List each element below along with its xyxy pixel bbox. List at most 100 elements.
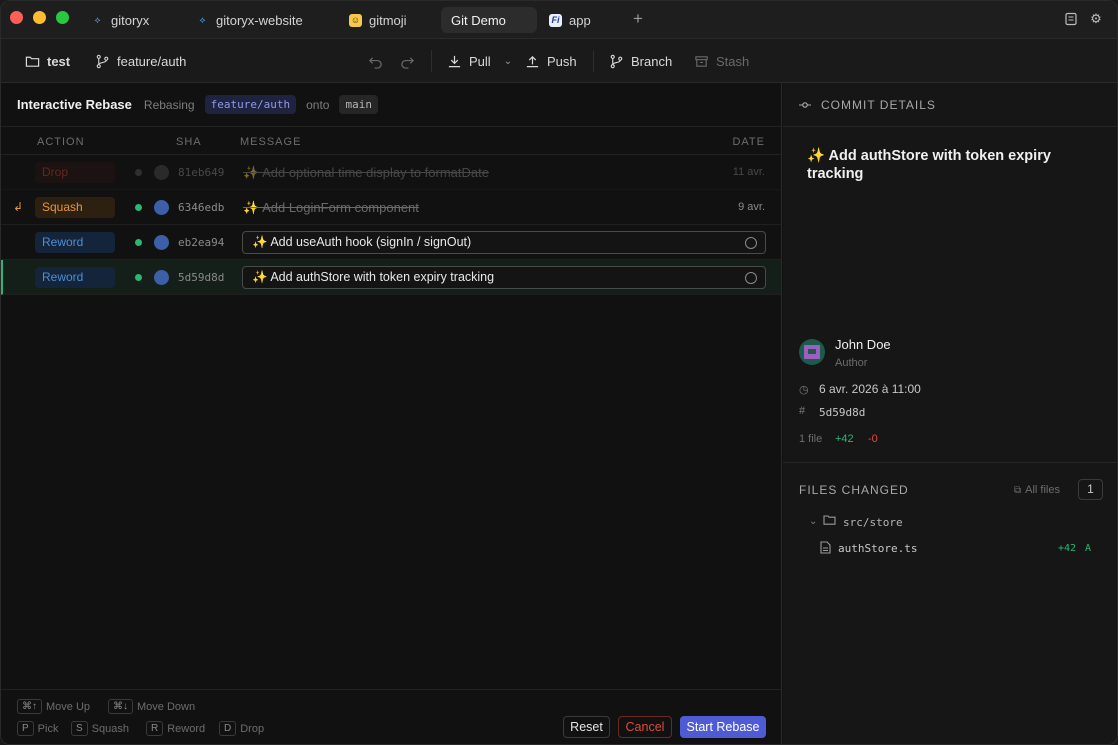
reword-message-input[interactable]: ✨ Add useAuth hook (signIn / signOut) bbox=[242, 231, 766, 254]
tab-gitoryx-website[interactable]: ⟡ gitoryx-website bbox=[186, 7, 313, 33]
commit-row[interactable]: Reword eb2ea94 ✨ Add useAuth hook (signI… bbox=[1, 225, 781, 260]
rebase-panel: Interactive Rebase Rebasing feature/auth… bbox=[1, 83, 782, 744]
avatar bbox=[799, 339, 825, 365]
action-select[interactable]: Reword bbox=[35, 232, 115, 253]
redo-icon[interactable] bbox=[400, 39, 415, 83]
emoji-icon: ☺ bbox=[349, 13, 362, 27]
tab-git-demo[interactable]: Git Demo bbox=[441, 7, 537, 33]
rebasing-label: Rebasing bbox=[143, 97, 195, 112]
commit-row-selected[interactable]: Reword 5d59d8d ✨ Add authStore with toke… bbox=[1, 260, 781, 295]
commit-message: ✨ Add LoginForm component bbox=[243, 200, 419, 215]
tab-label: app bbox=[569, 12, 591, 28]
folder-icon bbox=[823, 514, 836, 529]
action-select[interactable]: Squash bbox=[35, 197, 115, 218]
divider bbox=[783, 462, 1117, 463]
files-changed-title: FILES CHANGED bbox=[799, 483, 909, 497]
all-files-toggle[interactable]: ⧉ All files bbox=[1014, 484, 1060, 496]
additions-count: +42 bbox=[835, 433, 854, 445]
archive-icon bbox=[695, 55, 708, 67]
author-role: Author bbox=[835, 357, 868, 369]
kbd-key: P bbox=[17, 721, 34, 736]
kbd-key: R bbox=[146, 721, 164, 736]
pull-button[interactable]: Pull ⌄ bbox=[447, 39, 512, 83]
hint-move-up: ⌘↑ Move Up bbox=[17, 699, 90, 714]
commit-message: ✨ Add authStore with token expiry tracki… bbox=[252, 270, 495, 284]
onto-label: onto bbox=[306, 97, 330, 112]
folder-icon bbox=[25, 56, 40, 67]
tab-gitoryx[interactable]: ⟡ gitoryx bbox=[81, 7, 159, 33]
maximize-window-button[interactable] bbox=[56, 11, 69, 24]
avatar bbox=[154, 235, 169, 250]
commit-row[interactable]: ↲ Squash 6346edb ✨ Add LoginForm compone… bbox=[1, 190, 781, 225]
start-rebase-button[interactable]: Start Rebase bbox=[680, 716, 766, 738]
download-icon bbox=[448, 55, 461, 67]
all-files-label: All files bbox=[1025, 484, 1060, 496]
emoji-picker-icon[interactable] bbox=[745, 272, 757, 284]
branch-selector[interactable]: feature/auth bbox=[95, 39, 186, 83]
folder-name[interactable]: src/store bbox=[843, 516, 903, 529]
commit-sha: eb2ea94 bbox=[178, 236, 225, 249]
tab-label: gitoryx-website bbox=[216, 12, 303, 28]
file-name[interactable]: authStore.ts bbox=[838, 542, 917, 555]
tab-app[interactable]: Fi app bbox=[539, 7, 601, 33]
hint-label: Drop bbox=[240, 722, 265, 735]
avatar bbox=[154, 270, 169, 285]
repo-name: test bbox=[47, 53, 71, 69]
undo-icon[interactable] bbox=[368, 39, 383, 83]
toolbar-divider bbox=[431, 50, 432, 72]
commit-date: 6 avr. 2026 à 11:00 bbox=[819, 382, 921, 396]
commit-sha: 6346edb bbox=[178, 201, 225, 214]
column-header: ACTION SHA MESSAGE DATE bbox=[1, 127, 781, 155]
chevron-down-icon[interactable]: ⌄ bbox=[504, 56, 512, 67]
figma-icon: Fi bbox=[549, 13, 562, 27]
chevron-down-icon[interactable]: ⌄ bbox=[809, 516, 817, 527]
hash-icon: # bbox=[799, 405, 806, 417]
branch-name: feature/auth bbox=[117, 53, 187, 69]
notes-icon[interactable] bbox=[1064, 12, 1078, 26]
repo-selector[interactable]: test bbox=[25, 39, 70, 83]
commit-message: ✨ Add useAuth hook (signIn / signOut) bbox=[252, 235, 472, 249]
close-window-button[interactable] bbox=[10, 11, 23, 24]
squash-arrow-icon: ↲ bbox=[13, 200, 24, 214]
toolbar: test feature/auth Pull ⌄ Push Branch Sta… bbox=[1, 39, 1117, 83]
rebase-title: Interactive Rebase bbox=[17, 97, 132, 112]
commit-message: ✨ Add optional time display to formatDat… bbox=[243, 165, 489, 180]
cancel-button[interactable]: Cancel bbox=[618, 716, 672, 738]
avatar bbox=[154, 165, 169, 180]
author-name: John Doe bbox=[835, 337, 891, 352]
commit-icon bbox=[799, 102, 811, 108]
copy-icon: ⧉ bbox=[1014, 484, 1022, 496]
files-count-badge: 1 bbox=[1078, 479, 1103, 500]
new-tab-plus-icon[interactable]: + bbox=[631, 10, 645, 27]
action-select[interactable]: Reword bbox=[35, 267, 115, 288]
hint-drop: D Drop bbox=[219, 721, 264, 736]
tab-label: gitmoji bbox=[369, 12, 407, 28]
commit-row[interactable]: Drop 81eb649 ✨ Add optional time display… bbox=[1, 155, 781, 190]
gear-icon[interactable]: ⚙ bbox=[1089, 12, 1103, 26]
reword-message-input[interactable]: ✨ Add authStore with token expiry tracki… bbox=[242, 266, 766, 289]
hint-label: Move Up bbox=[46, 700, 91, 713]
kbd-key: D bbox=[219, 721, 237, 736]
hint-label: Move Down bbox=[137, 700, 196, 713]
commit-date: 11 avr. bbox=[732, 166, 765, 178]
divider bbox=[783, 126, 1117, 127]
column-message: MESSAGE bbox=[240, 136, 302, 148]
push-button[interactable]: Push bbox=[525, 39, 577, 83]
emoji-picker-icon[interactable] bbox=[745, 237, 757, 249]
commit-details-title: COMMIT DETAILS bbox=[821, 98, 936, 112]
pull-label: Pull bbox=[469, 53, 491, 69]
stash-button[interactable]: Stash bbox=[694, 39, 749, 83]
tab-label: Git Demo bbox=[451, 12, 506, 28]
branch-button[interactable]: Branch bbox=[609, 39, 672, 83]
hint-label: Squash bbox=[91, 722, 129, 735]
tab-gitmoji[interactable]: ☺ gitmoji bbox=[339, 7, 417, 33]
action-select[interactable]: Drop bbox=[35, 162, 115, 183]
files-count: 1 file bbox=[799, 433, 823, 445]
reset-button[interactable]: Reset bbox=[563, 716, 610, 738]
source-branch-badge: feature/auth bbox=[204, 95, 297, 114]
column-date: DATE bbox=[732, 136, 765, 148]
commit-sha: 5d59d8d bbox=[819, 406, 866, 419]
file-icon bbox=[820, 541, 831, 557]
clock-icon: ◷ bbox=[799, 384, 809, 396]
minimize-window-button[interactable] bbox=[33, 11, 46, 24]
